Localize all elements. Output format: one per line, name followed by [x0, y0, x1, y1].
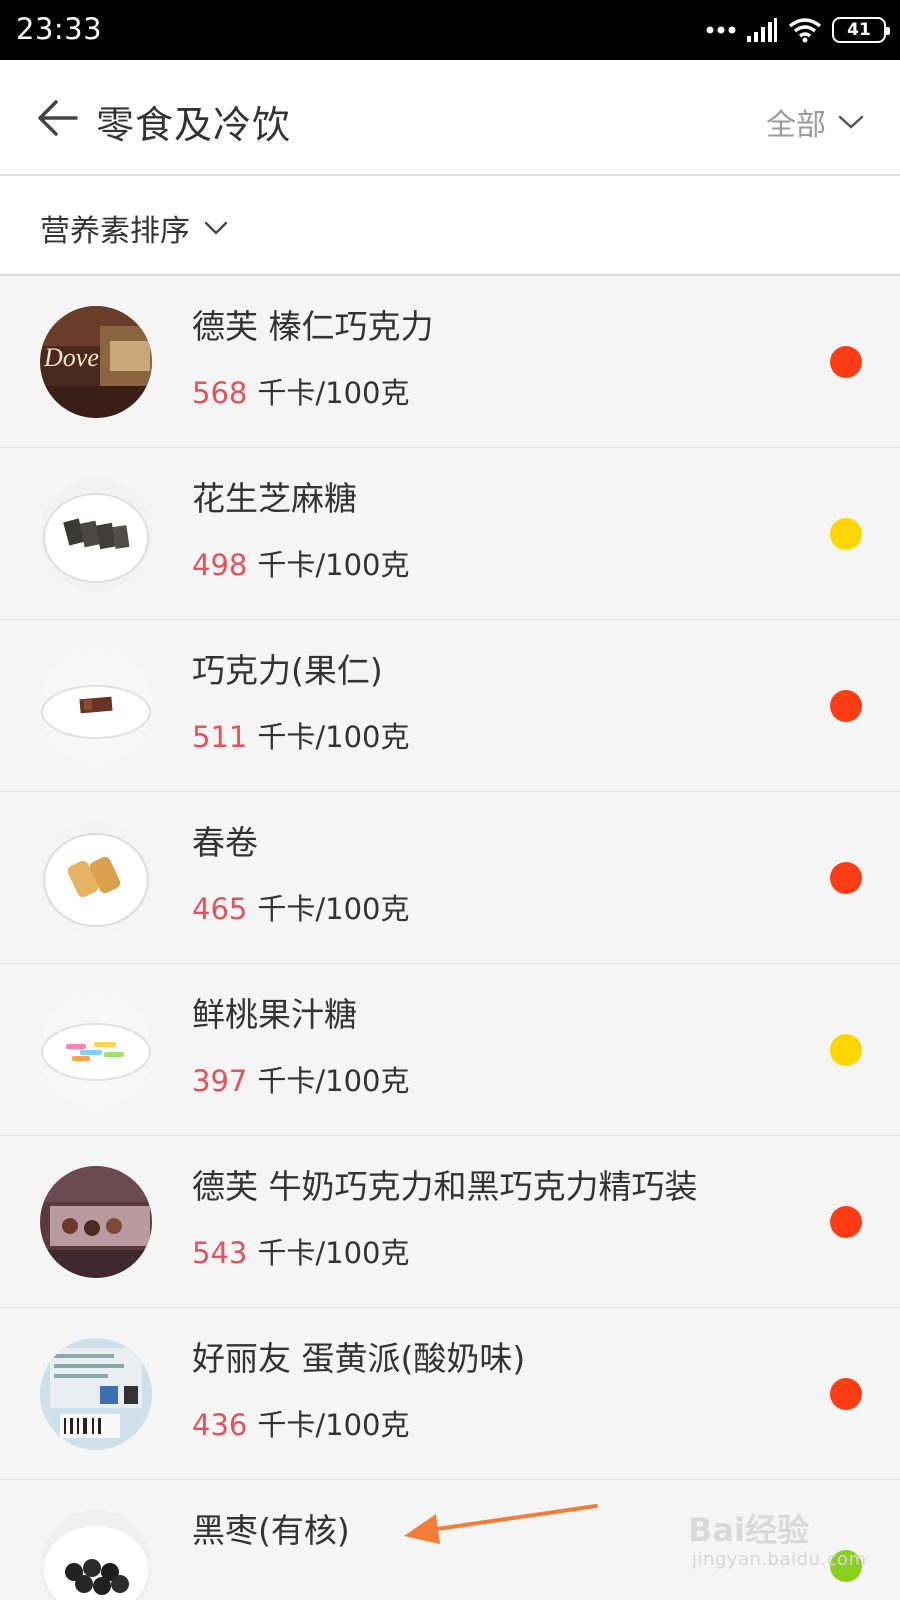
back-arrow-icon: [38, 100, 78, 136]
food-name: 春卷: [192, 823, 258, 862]
chevron-down-icon: [204, 221, 228, 235]
calorie-unit: 千卡/100克: [257, 1064, 410, 1098]
chocolate-box-icon: [40, 1166, 152, 1278]
food-name: 黑枣(有核): [192, 1511, 350, 1550]
calorie-unit: 千卡/100克: [257, 892, 410, 926]
watermark-url: jingyan.baidu.com: [692, 1549, 867, 1570]
food-calories: 498 千卡/100克: [192, 542, 409, 584]
calorie-value: 568: [192, 376, 248, 410]
battery-level: 41: [847, 20, 871, 40]
svg-text:Dove: Dove: [43, 343, 99, 372]
health-rating-dot: [830, 1206, 862, 1238]
calorie-unit: 千卡/100克: [257, 376, 410, 410]
food-calories: 397 千卡/100克: [192, 1058, 409, 1100]
battery-icon: 41: [832, 17, 890, 43]
calorie-unit: 千卡/100克: [257, 720, 410, 754]
sort-label: 营养素排序: [40, 214, 190, 249]
more-dots-icon: [706, 26, 736, 34]
package-label-icon: [40, 1338, 152, 1450]
food-name: 花生芝麻糖: [192, 479, 357, 518]
food-name: 好丽友 蛋黄派(酸奶味): [192, 1339, 526, 1378]
spring-roll-plate-icon: [40, 822, 152, 934]
food-item[interactable]: 鲜桃果汁糖 397 千卡/100克: [0, 964, 900, 1136]
status-time: 23:33: [16, 12, 103, 46]
calorie-value: 436: [192, 1408, 248, 1442]
food-name: 德芙 牛奶巧克力和黑巧克力精巧装: [192, 1167, 698, 1206]
food-calories: 543 千卡/100克: [192, 1230, 409, 1272]
food-item[interactable]: Dove 德芙 榛仁巧克力 568 千卡/100克: [0, 276, 900, 448]
health-rating-dot: [830, 862, 862, 894]
calorie-unit: 千卡/100克: [257, 1236, 410, 1270]
status-bar: 23:33 41: [0, 0, 900, 60]
food-name: 鲜桃果汁糖: [192, 995, 357, 1034]
signal-icon: [746, 17, 778, 43]
category-filter-dropdown[interactable]: 全部: [766, 100, 864, 144]
page-title: 零食及冷饮: [96, 103, 292, 147]
black-dates-bowl-icon: [40, 1510, 152, 1600]
health-rating-dot: [830, 1378, 862, 1410]
nutrient-sort-dropdown[interactable]: 营养素排序: [40, 206, 228, 250]
calorie-value: 543: [192, 1236, 248, 1270]
gummy-candy-plate-icon: [40, 994, 152, 1106]
food-item[interactable]: 花生芝麻糖 498 千卡/100克: [0, 448, 900, 620]
calorie-value: 465: [192, 892, 248, 926]
food-list: Dove 德芙 榛仁巧克力 568 千卡/100克 花生芝麻糖 498 千卡/100…: [0, 276, 900, 1600]
header-bar: 零食及冷饮 全部: [0, 60, 900, 176]
sort-bar: 营养素排序: [0, 176, 900, 276]
health-rating-dot: [830, 346, 862, 378]
wifi-icon: [788, 17, 822, 43]
watermark: Bai经验 jingyan.baidu.com: [688, 1505, 888, 1585]
calorie-value: 511: [192, 720, 248, 754]
food-item[interactable]: 德芙 牛奶巧克力和黑巧克力精巧装 543 千卡/100克: [0, 1136, 900, 1308]
calorie-value: 397: [192, 1064, 248, 1098]
food-calories: 436 千卡/100克: [192, 1402, 409, 1444]
food-name: 巧克力(果仁): [192, 651, 383, 690]
health-rating-dot: [830, 518, 862, 550]
sesame-candy-plate-icon: [40, 478, 152, 590]
chocolate-plate-icon: [40, 650, 152, 762]
watermark-logo: Bai经验: [688, 1511, 809, 1549]
calorie-unit: 千卡/100克: [257, 1408, 410, 1442]
status-icons: 41: [706, 14, 890, 46]
category-filter-label: 全部: [766, 108, 826, 143]
food-calories: 568 千卡/100克: [192, 370, 409, 412]
chevron-down-icon: [838, 115, 864, 129]
food-name: 德芙 榛仁巧克力: [192, 307, 434, 346]
calorie-unit: 千卡/100克: [257, 548, 410, 582]
back-button[interactable]: [36, 96, 80, 140]
food-item[interactable]: 好丽友 蛋黄派(酸奶味) 436 千卡/100克: [0, 1308, 900, 1480]
chocolate-wrapper-icon: Dove: [40, 306, 152, 418]
food-item[interactable]: 春卷 465 千卡/100克: [0, 792, 900, 964]
food-calories: 465 千卡/100克: [192, 886, 409, 928]
health-rating-dot: [830, 690, 862, 722]
food-item[interactable]: 巧克力(果仁) 511 千卡/100克: [0, 620, 900, 792]
health-rating-dot: [830, 1034, 862, 1066]
calorie-value: 498: [192, 548, 248, 582]
food-calories: 511 千卡/100克: [192, 714, 409, 756]
